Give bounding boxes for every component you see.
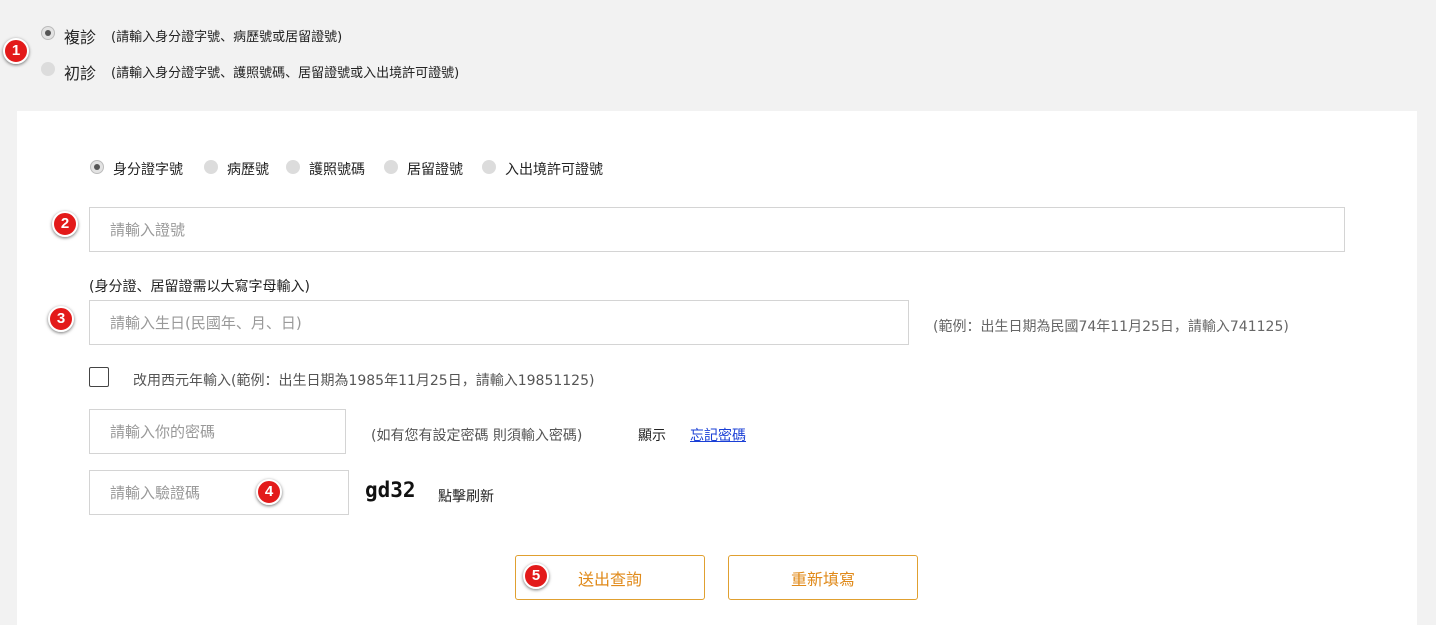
step-badge-3: 3 (48, 306, 74, 332)
id-type-label-chart-no: 病歷號 (227, 162, 269, 178)
id-type-label-entry-permit: 入出境許可證號 (505, 162, 603, 178)
query-form-panel (17, 111, 1417, 625)
id-type-radio-national-id[interactable] (90, 160, 104, 174)
captcha-refresh-link[interactable]: 點擊刷新 (438, 486, 494, 506)
return-visit-label: 複診 (64, 28, 97, 47)
first-visit-label: 初診 (64, 64, 97, 83)
id-type-radio-passport[interactable] (286, 160, 300, 174)
id-type-radio-entry-permit[interactable] (482, 160, 496, 174)
password-input[interactable]: 請輸入你的密碼 (89, 409, 346, 454)
step-badge-1: 1 (3, 38, 29, 64)
captcha-code-image: gd32 (365, 478, 416, 502)
id-type-radio-residence[interactable] (384, 160, 398, 174)
step-badge-2: 2 (52, 211, 78, 237)
id-case-note: (身分證、居留證需以大寫字母輸入) (89, 279, 310, 295)
id-number-input[interactable]: 請輸入證號 (89, 207, 1345, 252)
first-visit-radio[interactable] (41, 62, 55, 76)
ad-year-checkbox[interactable] (89, 367, 109, 387)
birthdate-input[interactable]: 請輸入生日(民國年、月、日) (89, 300, 909, 345)
id-type-label-national-id: 身分證字號 (113, 162, 183, 178)
birthdate-example: (範例：出生日期為民國74年11月25日，請輸入741125) (933, 319, 1289, 335)
captcha-input[interactable]: 請輸入驗證碼 (89, 470, 349, 515)
id-type-label-residence: 居留證號 (407, 162, 463, 178)
step-badge-4: 4 (256, 479, 282, 505)
password-hint: (如有您有設定密碼 則須輸入密碼) (371, 428, 583, 444)
first-visit-hint: (請輸入身分證字號、護照號碼、居留證號或入出境許可證號) (111, 66, 460, 81)
step-badge-5: 5 (523, 563, 549, 589)
ad-year-checkbox-label: 改用西元年輸入(範例：出生日期為1985年11月25日，請輸入19851125) (133, 373, 595, 389)
return-visit-radio[interactable] (41, 26, 55, 40)
id-type-label-passport: 護照號碼 (309, 162, 365, 178)
show-password-toggle[interactable]: 顯示 (638, 425, 666, 445)
reset-form-button[interactable]: 重新填寫 (728, 555, 918, 600)
forgot-password-link[interactable]: 忘記密碼 (690, 425, 746, 445)
return-visit-hint: (請輸入身分證字號、病歷號或居留證號) (111, 30, 343, 45)
id-type-radio-chart-no[interactable] (204, 160, 218, 174)
